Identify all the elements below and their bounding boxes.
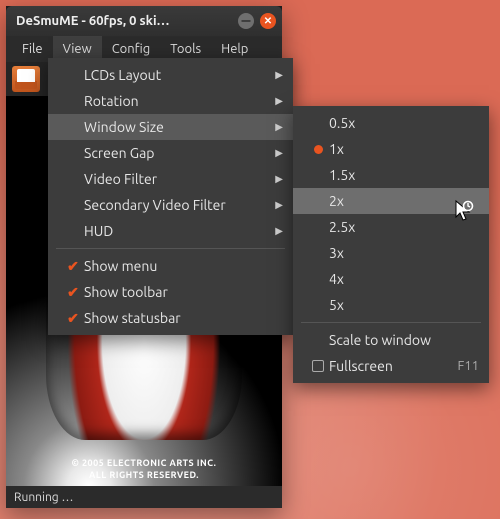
menu-separator (301, 322, 481, 323)
size-option-2-5x[interactable]: 2.5x (293, 214, 489, 240)
menu-item-video-filter[interactable]: Video Filter▶ (48, 166, 293, 192)
size-option-3x[interactable]: 3x (293, 240, 489, 266)
menu-item-hud[interactable]: HUD▶ (48, 218, 293, 244)
chevron-right-icon: ▶ (275, 173, 283, 185)
shortcut-label: F11 (457, 359, 479, 373)
menu-item-secondary-video-filter[interactable]: Secondary Video Filter▶ (48, 192, 293, 218)
chevron-right-icon: ▶ (275, 147, 283, 159)
checkbox-icon (312, 360, 324, 372)
menu-item-show-statusbar[interactable]: ✔Show statusbar (48, 305, 293, 331)
check-icon: ✔ (67, 258, 79, 275)
title-bar[interactable]: DeSmuME - 60fps, 0 ski… — ✕ (6, 6, 282, 36)
menu-file[interactable]: File (12, 36, 53, 62)
size-option-scale-to-window[interactable]: Scale to window (293, 327, 489, 353)
copyright-line-1: © 2005 ELECTRONIC ARTS INC. (6, 458, 282, 468)
menu-item-show-toolbar[interactable]: ✔Show toolbar (48, 279, 293, 305)
menu-item-screen-gap[interactable]: Screen Gap▶ (48, 140, 293, 166)
menu-item-show-menu[interactable]: ✔Show menu (48, 253, 293, 279)
minimize-button[interactable]: — (238, 13, 254, 29)
status-bar: Running … (6, 486, 282, 508)
size-option-1x[interactable]: 1x (293, 136, 489, 162)
check-icon: ✔ (67, 284, 79, 301)
size-option-5x[interactable]: 5x (293, 292, 489, 318)
menu-item-lcds-layout[interactable]: LCDs Layout▶ (48, 62, 293, 88)
status-text: Running … (14, 491, 73, 504)
check-icon: ✔ (67, 310, 79, 327)
size-option-4x[interactable]: 4x (293, 266, 489, 292)
window-size-submenu: 0.5x 1x 1.5x 2x 2.5x 3x 4x 5x Scale to w… (293, 106, 489, 383)
menu-separator (56, 248, 285, 249)
size-option-2x[interactable]: 2x (293, 188, 489, 214)
chevron-right-icon: ▶ (275, 69, 283, 81)
window-title: DeSmuME - 60fps, 0 ski… (16, 14, 232, 28)
chevron-right-icon: ▶ (275, 121, 283, 133)
size-option-1-5x[interactable]: 1.5x (293, 162, 489, 188)
view-dropdown: LCDs Layout▶ Rotation▶ Window Size▶ Scre… (48, 58, 293, 335)
size-option-0-5x[interactable]: 0.5x (293, 110, 489, 136)
close-button[interactable]: ✕ (260, 13, 276, 29)
chevron-right-icon: ▶ (275, 225, 283, 237)
open-rom-button[interactable] (12, 66, 40, 92)
radio-selected-icon (314, 145, 323, 154)
size-option-fullscreen[interactable]: FullscreenF11 (293, 353, 489, 379)
copyright-line-2: ALL RIGHTS RESERVED. (6, 470, 282, 480)
chevron-right-icon: ▶ (275, 199, 283, 211)
chevron-right-icon: ▶ (275, 95, 283, 107)
menu-item-window-size[interactable]: Window Size▶ (48, 114, 293, 140)
menu-item-rotation[interactable]: Rotation▶ (48, 88, 293, 114)
